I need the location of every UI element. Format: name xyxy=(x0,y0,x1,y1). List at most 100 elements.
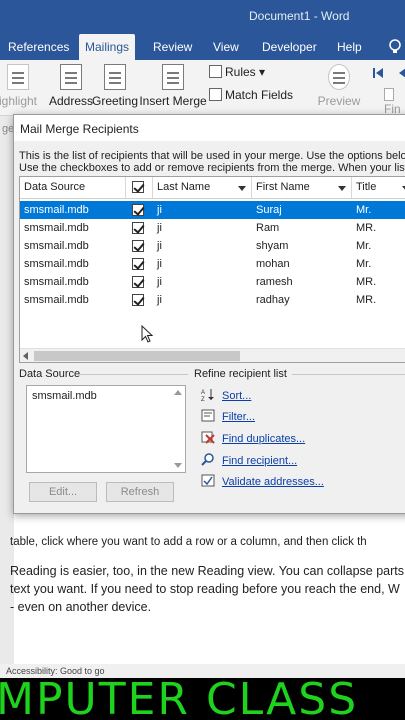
cell-first-name: Ram xyxy=(256,222,280,234)
preview-results-icon xyxy=(328,64,350,90)
cell-data-source: smsmail.mdb xyxy=(24,294,89,306)
window-title: Document1 - Word xyxy=(249,9,350,23)
table-row[interactable]: smsmail.mdb ji radhay MR. xyxy=(20,291,405,309)
highlight-merge-fields-button[interactable]: ighlight xyxy=(0,64,40,108)
document-line-4: - even on another device. xyxy=(10,600,152,614)
find-icon xyxy=(384,88,394,101)
data-source-scrollbar[interactable] xyxy=(171,386,185,472)
data-source-divider xyxy=(76,374,188,375)
tab-review[interactable]: Review xyxy=(147,34,198,60)
tab-references[interactable]: References xyxy=(2,34,75,60)
tab-developer[interactable]: Developer xyxy=(256,34,323,60)
row-checkbox[interactable] xyxy=(132,258,144,270)
column-header-title[interactable]: Title xyxy=(352,177,405,199)
cell-first-name: mohan xyxy=(256,258,290,270)
column-header-first-name[interactable]: First Name xyxy=(252,177,352,199)
filter-icon xyxy=(201,409,215,422)
chevron-down-icon[interactable] xyxy=(238,186,246,191)
document-line-3: text you want. If you need to stop readi… xyxy=(10,582,400,596)
dialog-title: Mail Merge Recipients xyxy=(20,122,139,136)
data-source-section-label: Data Source xyxy=(19,368,81,380)
cell-data-source: smsmail.mdb xyxy=(24,222,89,234)
address-block-button[interactable]: Address xyxy=(48,64,94,108)
recipients-grid[interactable]: Data Source Last Name First Name Title s… xyxy=(19,176,405,363)
cell-title: MR. xyxy=(356,276,377,288)
cell-data-source: smsmail.mdb xyxy=(24,204,89,216)
cell-last-name: ji xyxy=(157,276,162,288)
document-line-1: table, click where you want to add a row… xyxy=(10,536,367,548)
mail-merge-recipients-dialog: Mail Merge Recipients This is the list o… xyxy=(13,114,405,514)
previous-record-icon[interactable] xyxy=(396,67,405,79)
validate-addresses-link[interactable]: Validate addresses... xyxy=(201,474,324,488)
scroll-down-icon[interactable] xyxy=(174,463,182,468)
table-row[interactable]: smsmail.mdb ji mohan Mr. xyxy=(20,255,405,273)
insert-merge-field-icon xyxy=(162,64,184,90)
tab-view[interactable]: View xyxy=(207,34,245,60)
cell-data-source: smsmail.mdb xyxy=(24,258,89,270)
chevron-down-icon: ▾ xyxy=(259,65,266,79)
tab-mailings[interactable]: Mailings xyxy=(79,34,136,60)
scroll-up-icon[interactable] xyxy=(174,390,182,395)
cell-first-name: shyam xyxy=(256,240,289,252)
rules-icon xyxy=(209,65,222,78)
dialog-title-bar[interactable]: Mail Merge Recipients xyxy=(14,115,405,141)
find-recipient-ribbon-button[interactable]: Fin xyxy=(384,88,405,116)
svg-text:A: A xyxy=(201,390,205,396)
find-duplicates-link[interactable]: Find duplicates... xyxy=(201,431,305,445)
data-source-list[interactable]: smsmail.mdb xyxy=(26,385,186,473)
tab-help[interactable]: Help xyxy=(331,34,368,60)
cell-title: Mr. xyxy=(356,204,372,216)
table-row[interactable]: smsmail.mdb ji Suraj Mr. xyxy=(20,201,405,219)
rules-button[interactable]: Rules ▾ xyxy=(209,65,265,79)
table-row[interactable]: smsmail.mdb ji Ram MR. xyxy=(20,219,405,237)
cell-title: Mr. xyxy=(356,240,372,252)
column-header-checkbox[interactable] xyxy=(126,177,153,199)
search-icon xyxy=(201,453,214,466)
filter-link[interactable]: Filter... xyxy=(201,409,255,423)
column-header-data-source[interactable]: Data Source xyxy=(20,177,126,199)
greeting-line-button[interactable]: Greeting xyxy=(92,64,138,108)
chevron-down-icon[interactable] xyxy=(338,186,346,191)
row-checkbox[interactable] xyxy=(132,240,144,252)
cell-first-name: ramesh xyxy=(256,276,293,288)
grid-header: Data Source Last Name First Name Title xyxy=(20,177,405,199)
first-record-icon[interactable] xyxy=(372,67,384,79)
dialog-description: This is the list of recipients that will… xyxy=(19,150,405,174)
status-bar: Accessibility: Good to go xyxy=(0,664,405,678)
select-all-checkbox[interactable] xyxy=(132,181,144,193)
sort-az-icon: A Z xyxy=(201,389,214,401)
highlight-icon xyxy=(7,64,29,90)
edit-button[interactable]: Edit... xyxy=(29,482,97,502)
find-recipient-link[interactable]: Find recipient... xyxy=(201,453,297,467)
preview-results-button[interactable]: Preview xyxy=(316,64,362,108)
table-row[interactable]: smsmail.mdb ji ramesh MR. xyxy=(20,273,405,291)
lightbulb-icon[interactable] xyxy=(388,39,402,55)
scroll-left-icon[interactable] xyxy=(23,352,28,360)
insert-merge-field-button[interactable]: Insert Merge xyxy=(139,64,207,108)
sort-link[interactable]: A Z Sort... xyxy=(201,388,251,402)
ribbon: ighlight Address Greeting Insert Merge R… xyxy=(0,60,405,116)
cell-last-name: ji xyxy=(157,240,162,252)
row-checkbox[interactable] xyxy=(132,294,144,306)
refresh-button[interactable]: Refresh xyxy=(106,482,174,502)
refine-recipient-list-label: Refine recipient list xyxy=(194,368,287,380)
document-line-2: Reading is easier, too, in the new Readi… xyxy=(10,564,405,578)
list-item[interactable]: smsmail.mdb xyxy=(32,390,97,402)
table-row[interactable]: smsmail.mdb ji shyam Mr. xyxy=(20,237,405,255)
cell-last-name: ji xyxy=(157,258,162,270)
cell-title: MR. xyxy=(356,222,377,234)
banner-text: MPUTER CLASS xyxy=(0,678,359,720)
accessibility-status[interactable]: Accessibility: Good to go xyxy=(6,666,105,676)
row-checkbox[interactable] xyxy=(132,204,144,216)
horizontal-scrollbar[interactable] xyxy=(20,348,405,362)
column-header-last-name[interactable]: Last Name xyxy=(153,177,252,199)
mouse-pointer-icon xyxy=(141,325,153,343)
cell-last-name: ji xyxy=(157,294,162,306)
cell-first-name: radhay xyxy=(256,294,290,306)
match-fields-button[interactable]: Match Fields xyxy=(209,88,293,102)
row-checkbox[interactable] xyxy=(132,276,144,288)
scrollbar-thumb[interactable] xyxy=(34,351,240,361)
row-checkbox[interactable] xyxy=(132,222,144,234)
cell-last-name: ji xyxy=(157,222,162,234)
validate-addresses-icon xyxy=(201,474,215,487)
